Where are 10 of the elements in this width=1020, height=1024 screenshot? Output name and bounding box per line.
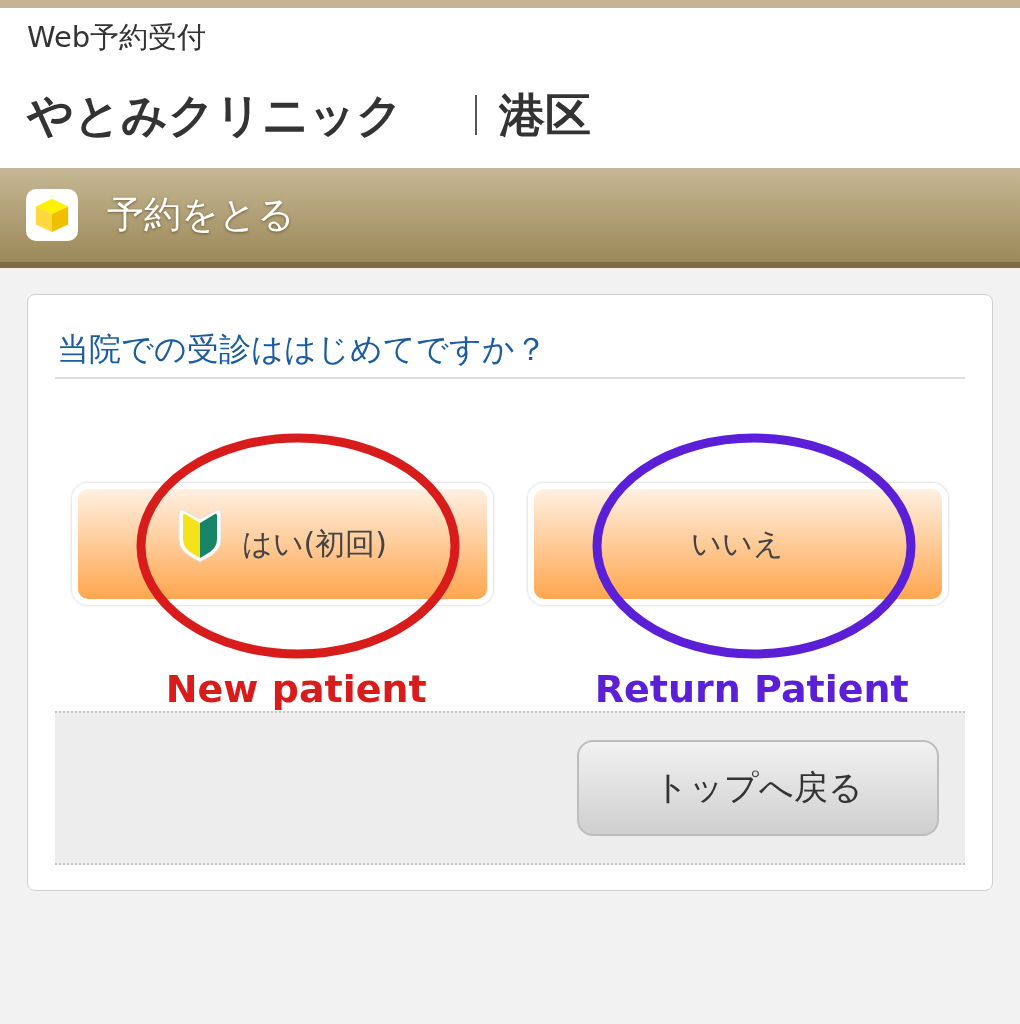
district-name: 港区 [499, 87, 591, 144]
site-subtitle: Web予約受付 [27, 19, 207, 56]
annotation-label: New patient [165, 667, 427, 711]
clinic-name: やとみクリニック [27, 87, 403, 144]
back-to-top-button[interactable]: トップへ戻る [577, 740, 939, 836]
cube-icon [26, 189, 78, 241]
section-title: 予約をとる [107, 192, 295, 238]
annotation-label: Return Patient [594, 667, 909, 711]
beginner-mark-icon [177, 509, 222, 563]
question-title: 当院での受診ははじめてですか？ [57, 329, 547, 370]
